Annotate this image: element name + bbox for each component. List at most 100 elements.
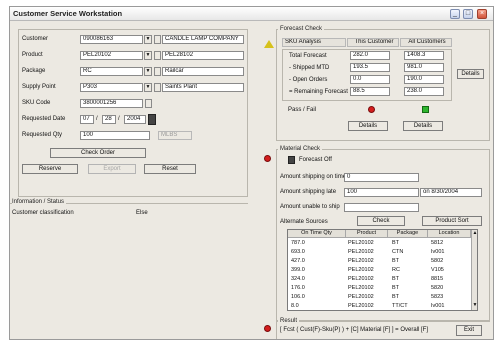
grid-row[interactable]: 427.0 PEL20102 BT 5802 — [288, 257, 471, 265]
info-group — [10, 203, 248, 339]
forecast-this-value: 282.0 — [350, 51, 390, 60]
requested-qty-label: Requested Qty — [22, 132, 63, 138]
reset-button[interactable]: Reset — [144, 164, 196, 174]
window-title: Customer Service Workstation — [13, 9, 123, 18]
unable-field — [344, 203, 419, 212]
package-field[interactable]: RC — [80, 67, 143, 76]
supply-point-lookup-button[interactable] — [154, 83, 161, 92]
req-year-field[interactable]: 2004 — [124, 115, 146, 124]
sku-lookup-button[interactable] — [145, 99, 152, 108]
forecast-off-label: Forecast Off — [299, 157, 332, 163]
all-customers-header: All Customers — [400, 38, 452, 47]
on-time-label: Amount shipping on time — [280, 174, 347, 180]
unable-label: Amount unable to ship — [280, 204, 340, 210]
package-lookup-button[interactable] — [154, 67, 161, 76]
product-label: Product — [22, 52, 43, 58]
product-sort-button[interactable]: Product Sort — [422, 216, 482, 226]
forecast-this-value: 193.5 — [350, 63, 390, 72]
grid-row[interactable]: 8.0 PEL20102 TT/CT Iv001 — [288, 302, 471, 310]
fail-indicator-icon — [368, 106, 375, 113]
supply-point-dropdown-icon[interactable]: ▼ — [144, 83, 152, 92]
grid-header-location[interactable]: Location — [428, 230, 471, 238]
forecast-off-icon[interactable] — [288, 156, 295, 164]
product-lookup-button[interactable] — [154, 51, 161, 60]
forecast-all-value: 981.0 — [404, 63, 444, 72]
package-desc-field: Railcar — [162, 67, 244, 76]
app-window: Customer Service Workstation _ □ × Custo… — [9, 6, 494, 340]
grid-row[interactable]: 787.0 PEL20102 BT 5812 — [288, 239, 471, 247]
req-day-field[interactable]: 28 — [102, 115, 116, 124]
product-dropdown-icon[interactable]: ▼ — [144, 51, 152, 60]
date-separator: / — [118, 116, 120, 122]
check-order-button[interactable]: Check Order — [50, 148, 146, 158]
sku-code-label: SKU Code — [22, 100, 51, 106]
supply-point-desc-field: Saints Plant — [162, 83, 244, 92]
close-button[interactable]: × — [477, 9, 487, 19]
alternate-sources-label: Alternate Sources — [280, 219, 328, 225]
result-fail-icon — [264, 325, 271, 332]
product-field[interactable]: PEL20102 — [80, 51, 143, 60]
forecast-table: Total Forecast - Shipped MTD - Open Orde… — [282, 49, 452, 101]
package-label: Package — [22, 68, 46, 74]
qty-unit-field: MLBS — [158, 131, 192, 140]
supply-point-label: Supply Point — [22, 84, 56, 90]
warning-icon — [264, 40, 274, 48]
grid-row[interactable]: 693.0 PEL20102 CTN Iv001 — [288, 248, 471, 256]
forecast-this-value: 0.0 — [350, 75, 390, 84]
pass-fail-label: Pass / Fail — [288, 107, 317, 113]
grid-scrollbar[interactable]: ▲ ▼ — [471, 230, 477, 310]
customer-classification-label: Customer classification — [12, 210, 74, 216]
alternate-sources-grid: On Time Qty Product Package Location 787… — [287, 229, 478, 311]
product-desc-field: PEL28102 — [162, 51, 244, 60]
sku-analysis-header: SKU Analysis — [282, 38, 346, 47]
customer-field[interactable]: 090086163 — [80, 35, 143, 44]
customer-lookup-button[interactable] — [154, 35, 161, 44]
check-button[interactable]: Check — [357, 216, 405, 226]
forecast-group-title: Forecast Check — [278, 26, 325, 32]
customer-dropdown-icon[interactable]: ▼ — [144, 35, 152, 44]
grid-row[interactable]: 106.0 PEL20102 BT 5823 — [288, 293, 471, 301]
scroll-down-icon[interactable]: ▼ — [472, 302, 477, 309]
forecast-row-label: Total Forecast — [289, 53, 327, 59]
customer-classification-value: Else — [136, 210, 148, 216]
package-dropdown-icon[interactable]: ▼ — [144, 67, 152, 76]
grid-row[interactable]: 176.0 PEL20102 BT 5820 — [288, 284, 471, 292]
date-separator: / — [96, 116, 98, 122]
grid-header-ontime[interactable]: On Time Qty — [288, 230, 346, 238]
grid-header-product[interactable]: Product — [346, 230, 388, 238]
requested-qty-field[interactable]: 100 — [80, 131, 150, 140]
exit-button[interactable]: Exit — [456, 325, 482, 336]
reserve-button[interactable]: Reserve — [22, 164, 78, 174]
forecast-row-label: = Remaining Forecast — [289, 89, 348, 95]
forecast-all-value: 238.0 — [404, 87, 444, 96]
material-fail-icon — [264, 155, 271, 162]
info-group-title: Information / Status — [12, 199, 67, 205]
result-formula: [ Fcst ( Cust(F)-Sku(P) ) + [C] Material… — [280, 327, 429, 333]
details-this-customer-button[interactable]: Details — [348, 121, 388, 131]
scroll-up-icon[interactable]: ▲ — [472, 230, 477, 237]
title-bar: Customer Service Workstation _ □ × — [10, 7, 493, 21]
customer-label: Customer — [22, 36, 49, 42]
forecast-row-label: - Shipped MTD — [289, 65, 330, 71]
forecast-details-button[interactable]: Details — [457, 69, 484, 79]
late-date-field: on 8/30/2004 — [420, 188, 482, 197]
grid-header-package[interactable]: Package — [388, 230, 428, 238]
forecast-all-value: 1408.3 — [404, 51, 444, 60]
forecast-row-label: - Open Orders — [289, 77, 328, 83]
details-all-customers-button[interactable]: Details — [403, 121, 443, 131]
maximize-button[interactable]: □ — [463, 9, 473, 19]
requested-date-label: Requested Date — [22, 116, 66, 122]
export-button[interactable]: Export — [88, 164, 136, 174]
sku-code-field[interactable]: 3800001256 — [80, 99, 143, 108]
grid-row[interactable]: 324.0 PEL20102 BT 8815 — [288, 275, 471, 283]
customer-name-field: CANDLE LAMP COMPANY — [162, 35, 244, 44]
minimize-button[interactable]: _ — [450, 9, 460, 19]
late-field: 100 — [344, 188, 419, 197]
this-customer-header: This Customer — [347, 38, 399, 47]
late-label: Amount shipping late — [280, 189, 337, 195]
material-group-title: Material Check — [278, 146, 323, 152]
calendar-icon[interactable] — [148, 114, 156, 125]
supply-point-field[interactable]: P303 — [80, 83, 143, 92]
grid-row[interactable]: 399.0 PEL20102 RC V105 — [288, 266, 471, 274]
req-month-field[interactable]: 07 — [80, 115, 94, 124]
